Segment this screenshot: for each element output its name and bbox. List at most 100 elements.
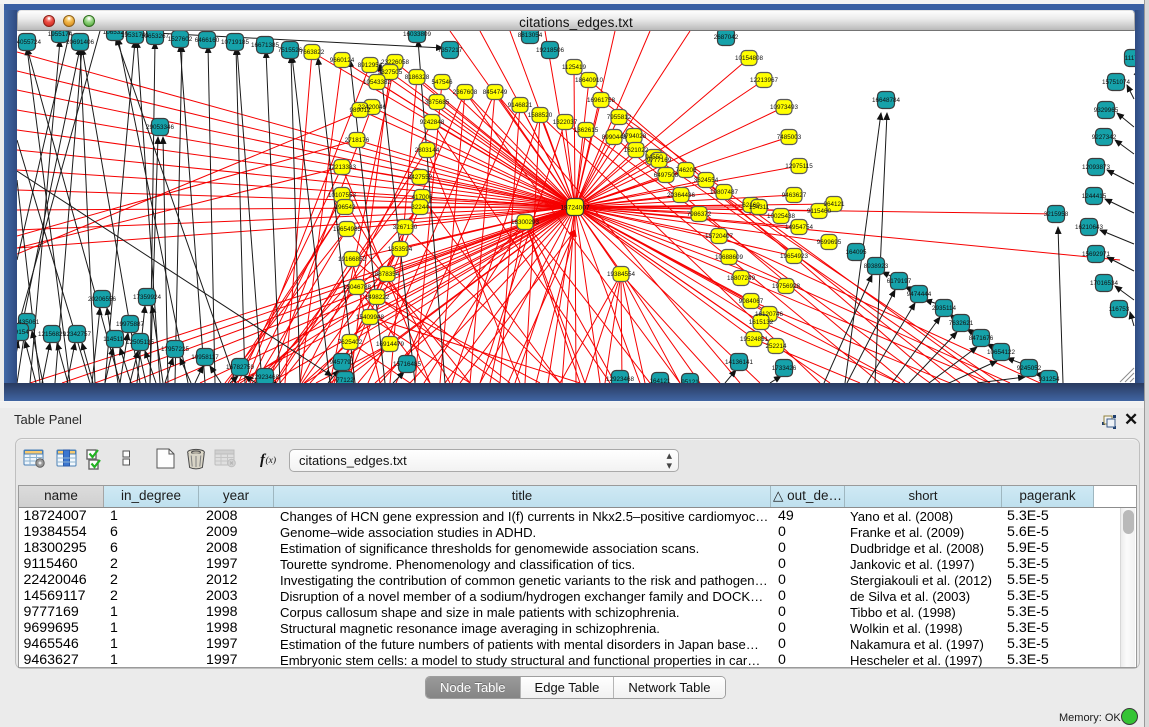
svg-text:23226058: 23226058 (381, 59, 410, 66)
svg-text:10719185: 10719185 (221, 39, 250, 46)
svg-text:39154: 39154 (17, 329, 29, 336)
svg-text:9794028: 9794028 (622, 133, 647, 140)
svg-text:19654985: 19654985 (333, 226, 362, 233)
svg-text:29053346: 29053346 (146, 124, 175, 131)
svg-text:1955174: 1955174 (48, 31, 73, 38)
svg-text:12213967: 12213967 (750, 77, 779, 84)
svg-text:10653267: 10653267 (141, 33, 170, 40)
svg-text:417006: 417006 (411, 194, 433, 201)
svg-text:16782759: 16782759 (226, 364, 255, 371)
svg-text:16671385: 16671385 (251, 42, 280, 49)
svg-text:17359924: 17359924 (133, 294, 162, 301)
svg-text:15046788: 15046788 (343, 284, 372, 291)
svg-text:15751074: 15751074 (1102, 79, 1131, 86)
svg-text:7663822: 7663822 (300, 49, 325, 56)
svg-text:2803144: 2803144 (415, 147, 440, 154)
svg-text:2687042: 2687042 (714, 34, 739, 41)
svg-text:9699695: 9699695 (817, 239, 842, 246)
svg-text:9329965: 9329965 (1094, 107, 1119, 114)
svg-text:1588520: 1588520 (528, 112, 553, 119)
svg-text:9777169: 9777169 (647, 157, 672, 164)
svg-text:15716485: 15716485 (393, 361, 422, 368)
svg-text:20364436: 20364436 (667, 192, 696, 199)
svg-text:8471676: 8471676 (969, 335, 994, 342)
svg-text:16210643: 16210643 (1075, 224, 1104, 231)
svg-text:12342757: 12342757 (63, 331, 92, 338)
svg-text:252214: 252214 (765, 343, 787, 350)
svg-text:12975115: 12975115 (785, 163, 813, 170)
svg-text:18300293: 18300293 (511, 219, 540, 226)
svg-text:18807249: 18807249 (727, 275, 756, 282)
svg-text:1362615: 1362615 (574, 127, 599, 134)
svg-text:12923468: 12923468 (606, 376, 635, 383)
svg-text:17016534: 17016534 (1090, 280, 1119, 287)
svg-text:14954754: 14954754 (785, 224, 814, 231)
svg-text:7986372: 7986372 (687, 211, 712, 218)
svg-text:8427552: 8427552 (408, 174, 433, 181)
svg-text:20206556: 20206556 (88, 296, 117, 303)
svg-text:3875685: 3875685 (425, 99, 450, 106)
svg-text:7357217: 7357217 (438, 47, 463, 54)
svg-text:1322037: 1322037 (553, 119, 578, 126)
svg-text:1244415: 1244415 (1082, 193, 1107, 200)
svg-text:547546: 547546 (431, 79, 453, 86)
svg-text:931254: 931254 (1038, 376, 1060, 383)
svg-text:3215958: 3215958 (1044, 211, 1069, 218)
svg-text:19975887: 19975887 (116, 321, 145, 328)
svg-text:16961758: 16961758 (587, 97, 616, 104)
svg-text:8186328: 8186328 (405, 74, 430, 81)
svg-text:9463627: 9463627 (782, 192, 807, 199)
svg-text:15409948: 15409948 (356, 314, 385, 321)
svg-text:6179197: 6179197 (887, 278, 912, 285)
svg-text:12923468: 12923468 (251, 374, 280, 381)
svg-text:3267130: 3267130 (393, 224, 418, 231)
svg-text:19654923: 19654923 (780, 253, 809, 260)
svg-text:116753: 116753 (1109, 306, 1130, 313)
svg-text:9115460: 9115460 (807, 208, 832, 215)
svg-text:7625402: 7625402 (338, 339, 363, 346)
svg-text:989012: 989012 (349, 107, 371, 114)
svg-text:16120746: 16120746 (755, 311, 784, 318)
svg-text:9327505: 9327505 (378, 69, 403, 76)
svg-text:9146821: 9146821 (508, 102, 533, 109)
svg-text:12093873: 12093873 (1082, 164, 1111, 171)
svg-text:10154808: 10154808 (735, 55, 764, 62)
svg-text:19166852: 19166852 (338, 256, 367, 263)
svg-text:14055724: 14055724 (17, 39, 41, 46)
svg-text:9474444: 9474444 (907, 291, 932, 298)
svg-text:10958117: 10958117 (191, 354, 219, 361)
svg-text:17957225: 17957225 (161, 346, 190, 353)
svg-text:9660124: 9660124 (330, 57, 355, 64)
svg-text:12213383: 12213383 (328, 164, 357, 171)
svg-text:15720407: 15720407 (705, 233, 734, 240)
svg-text:1615132: 1615132 (749, 319, 774, 326)
svg-text:1353594: 1353594 (388, 246, 413, 253)
svg-text:18724007: 18724007 (560, 204, 590, 211)
svg-text:164095: 164095 (845, 249, 867, 256)
svg-text:3624554: 3624554 (694, 177, 719, 184)
svg-text:1733426: 1733426 (772, 365, 797, 372)
svg-text:9084067: 9084067 (739, 298, 764, 305)
svg-text:1498222: 1498222 (365, 294, 390, 301)
svg-text:(x): (x) (266, 455, 277, 466)
svg-text:2935114: 2935114 (932, 305, 957, 312)
svg-text:19218506: 19218506 (536, 47, 565, 54)
svg-text:964121: 964121 (823, 201, 845, 208)
svg-text:19524851: 19524851 (740, 336, 769, 343)
svg-text:154311: 154311 (749, 204, 770, 211)
svg-text:1145114: 1145114 (103, 336, 127, 343)
svg-text:7955812: 7955812 (607, 114, 632, 121)
svg-text:9227342: 9227342 (1092, 134, 1117, 141)
svg-text:8912954: 8912954 (358, 62, 383, 69)
svg-text:8813054: 8813054 (518, 32, 543, 39)
svg-text:10973493: 10973493 (770, 104, 799, 111)
svg-text:1527602: 1527602 (168, 36, 193, 43)
svg-text:7632621: 7632621 (949, 320, 974, 327)
svg-text:1125419: 1125419 (562, 64, 587, 71)
svg-text:10543382: 10543382 (363, 79, 392, 86)
svg-text:2367608: 2367608 (453, 89, 478, 96)
svg-text:12505135: 12505135 (126, 339, 155, 346)
svg-text:15692971: 15692971 (1082, 251, 1111, 258)
svg-text:16914479: 16914479 (376, 341, 405, 348)
svg-text:16033809: 16033809 (403, 31, 432, 38)
